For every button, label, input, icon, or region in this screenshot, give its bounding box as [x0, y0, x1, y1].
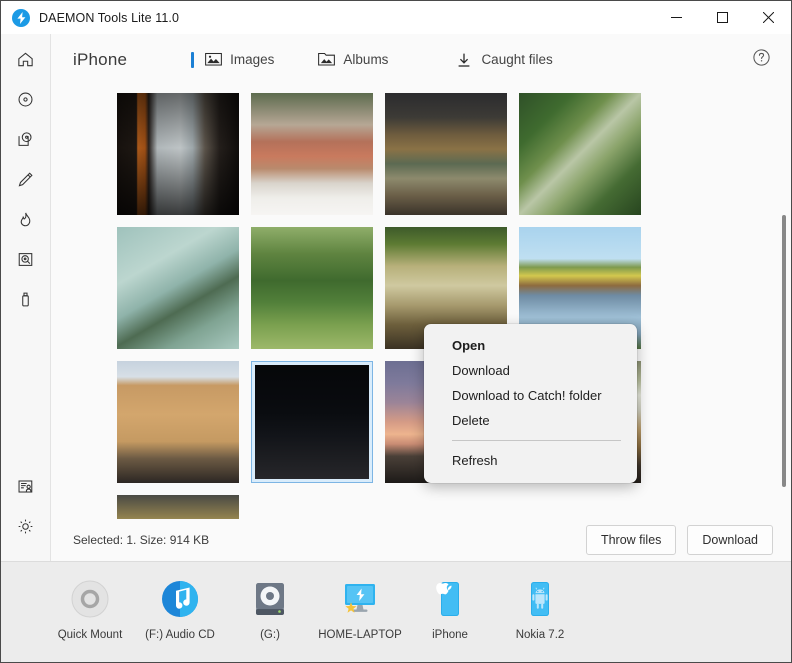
app-window: DAEMON Tools Lite 11.0 iPhone Images Alb… [0, 0, 792, 663]
context-menu-item-download-to-catch-folder[interactable]: Download to Catch! folder [424, 383, 637, 408]
page-title: iPhone [73, 49, 128, 69]
context-menu: Open Download Download to Catch! folder … [424, 324, 637, 483]
tab-bar: Images Albums Caught files [189, 47, 555, 73]
album-icon [317, 51, 335, 69]
art-gallery-photo[interactable] [385, 93, 507, 215]
thumbnail-image [385, 93, 507, 215]
image-icon [204, 51, 222, 69]
download-icon [455, 51, 473, 69]
context-menu-item-refresh[interactable]: Refresh [424, 448, 637, 473]
device-dock: Quick Mount (F:) Audio CD (G:) HOME-LAPT… [1, 561, 791, 662]
sidebar-item-home[interactable] [1, 42, 51, 82]
tab-images[interactable]: Images [189, 47, 276, 73]
dock-label-drive-g: (G:) [260, 629, 280, 641]
context-menu-item-open[interactable]: Open [424, 333, 637, 358]
sidebar-item-burn[interactable] [1, 202, 51, 242]
title-bar: DAEMON Tools Lite 11.0 [1, 1, 791, 34]
help-circle-icon [752, 48, 771, 72]
status-bar: Selected: 1. Size: 914 KB Throw files Do… [51, 519, 791, 561]
thumbnail-image [117, 227, 239, 349]
tab-caught-files-label: Caught files [481, 52, 553, 67]
daemon-lightning-icon [12, 8, 30, 27]
dock-item-quick-mount[interactable]: Quick Mount [45, 574, 135, 642]
maximize-button[interactable] [699, 1, 745, 34]
news-person-icon [16, 477, 35, 501]
home-icon [16, 50, 35, 74]
context-menu-item-download[interactable]: Download [424, 358, 637, 383]
quick-mount-icon [67, 576, 113, 622]
disc-icon [16, 90, 35, 114]
dock-label-quick-mount: Quick Mount [57, 629, 123, 641]
disc-folder-icon [16, 130, 35, 154]
dock-label-iphone: iPhone [432, 629, 468, 641]
content-header: iPhone Images Albums Caught files [51, 34, 791, 85]
sidebar-item-mount[interactable] [1, 122, 51, 162]
disc-drive-icon [247, 576, 293, 622]
inactive-tab-indicator [304, 52, 307, 68]
gallery-content [51, 85, 791, 519]
thumbnail-image [117, 361, 239, 483]
minimize-button[interactable] [653, 1, 699, 34]
autumn-building-photo[interactable] [117, 495, 239, 519]
dock-item-iphone[interactable]: iPhone [405, 574, 495, 642]
thumbnail-grid [51, 85, 751, 519]
download-button[interactable]: Download [687, 525, 773, 555]
disc-drive-icon [16, 250, 35, 274]
palm-leaves-photo[interactable] [117, 227, 239, 349]
help-button[interactable] [749, 48, 773, 72]
status-actions: Throw files Download [585, 525, 773, 555]
context-menu-separator [452, 440, 621, 441]
active-tab-indicator [191, 51, 195, 68]
inactive-tab-indicator-2 [442, 52, 445, 68]
thumbnail-image [519, 93, 641, 215]
vertical-scrollbar[interactable] [782, 215, 786, 487]
tab-caught-files[interactable]: Caught files [440, 47, 554, 73]
window-body: iPhone Images Albums Caught files Select… [1, 34, 791, 561]
close-button[interactable] [745, 1, 791, 34]
greenhouse-photo[interactable] [519, 93, 641, 215]
tab-images-label: Images [230, 52, 275, 67]
sidebar-item-images[interactable] [1, 82, 51, 122]
apple-phone-icon [427, 576, 473, 622]
computer-star-icon [337, 576, 383, 622]
dock-item-audio-cd[interactable]: (F:) Audio CD [135, 574, 225, 642]
throw-files-button[interactable]: Throw files [585, 525, 677, 555]
dock-item-nokia[interactable]: Nokia 7.2 [495, 574, 585, 642]
sidebar-rail [1, 34, 51, 561]
sidebar-item-edit[interactable] [1, 162, 51, 202]
context-menu-item-delete[interactable]: Delete [424, 408, 637, 433]
park-trees-photo[interactable] [251, 227, 373, 349]
thumbnail-image [251, 227, 373, 349]
tab-albums[interactable]: Albums [302, 47, 390, 73]
window-controls [653, 1, 791, 34]
flame-icon [16, 210, 35, 234]
dock-label-audio-cd: (F:) Audio CD [145, 629, 215, 641]
dock-label-home-laptop: HOME-LAPTOP [318, 629, 402, 641]
sidebar-bottom [1, 469, 51, 561]
city-rooftops-photo[interactable] [251, 93, 373, 215]
thumbnail-image [251, 93, 373, 215]
selection-status: Selected: 1. Size: 914 KB [73, 533, 210, 547]
thumbnail-image [117, 495, 239, 519]
sidebar-item-preferences[interactable] [1, 509, 51, 549]
main-panel: iPhone Images Albums Caught files Select… [51, 34, 791, 561]
android-phone-icon [517, 576, 563, 622]
dock-label-nokia: Nokia 7.2 [515, 629, 565, 641]
tab-albums-label: Albums [343, 52, 389, 67]
sidebar-item-usb[interactable] [1, 282, 51, 322]
sidebar-item-catalog[interactable] [1, 242, 51, 282]
thumbnail-image [117, 93, 239, 215]
pencil-icon [16, 170, 35, 194]
dock-item-home-laptop[interactable]: HOME-LAPTOP [315, 574, 405, 642]
dock-item-drive-g[interactable]: (G:) [225, 574, 315, 642]
window-plants-photo[interactable] [117, 93, 239, 215]
thumbnail-image [255, 365, 369, 479]
night-street-photo[interactable] [251, 361, 373, 483]
gear-icon [16, 517, 35, 541]
audio-cd-icon [157, 576, 203, 622]
sidebar-item-news[interactable] [1, 469, 51, 509]
game-controllers-desk-photo[interactable] [117, 361, 239, 483]
usb-drive-icon [16, 290, 35, 314]
window-title: DAEMON Tools Lite 11.0 [39, 10, 179, 25]
